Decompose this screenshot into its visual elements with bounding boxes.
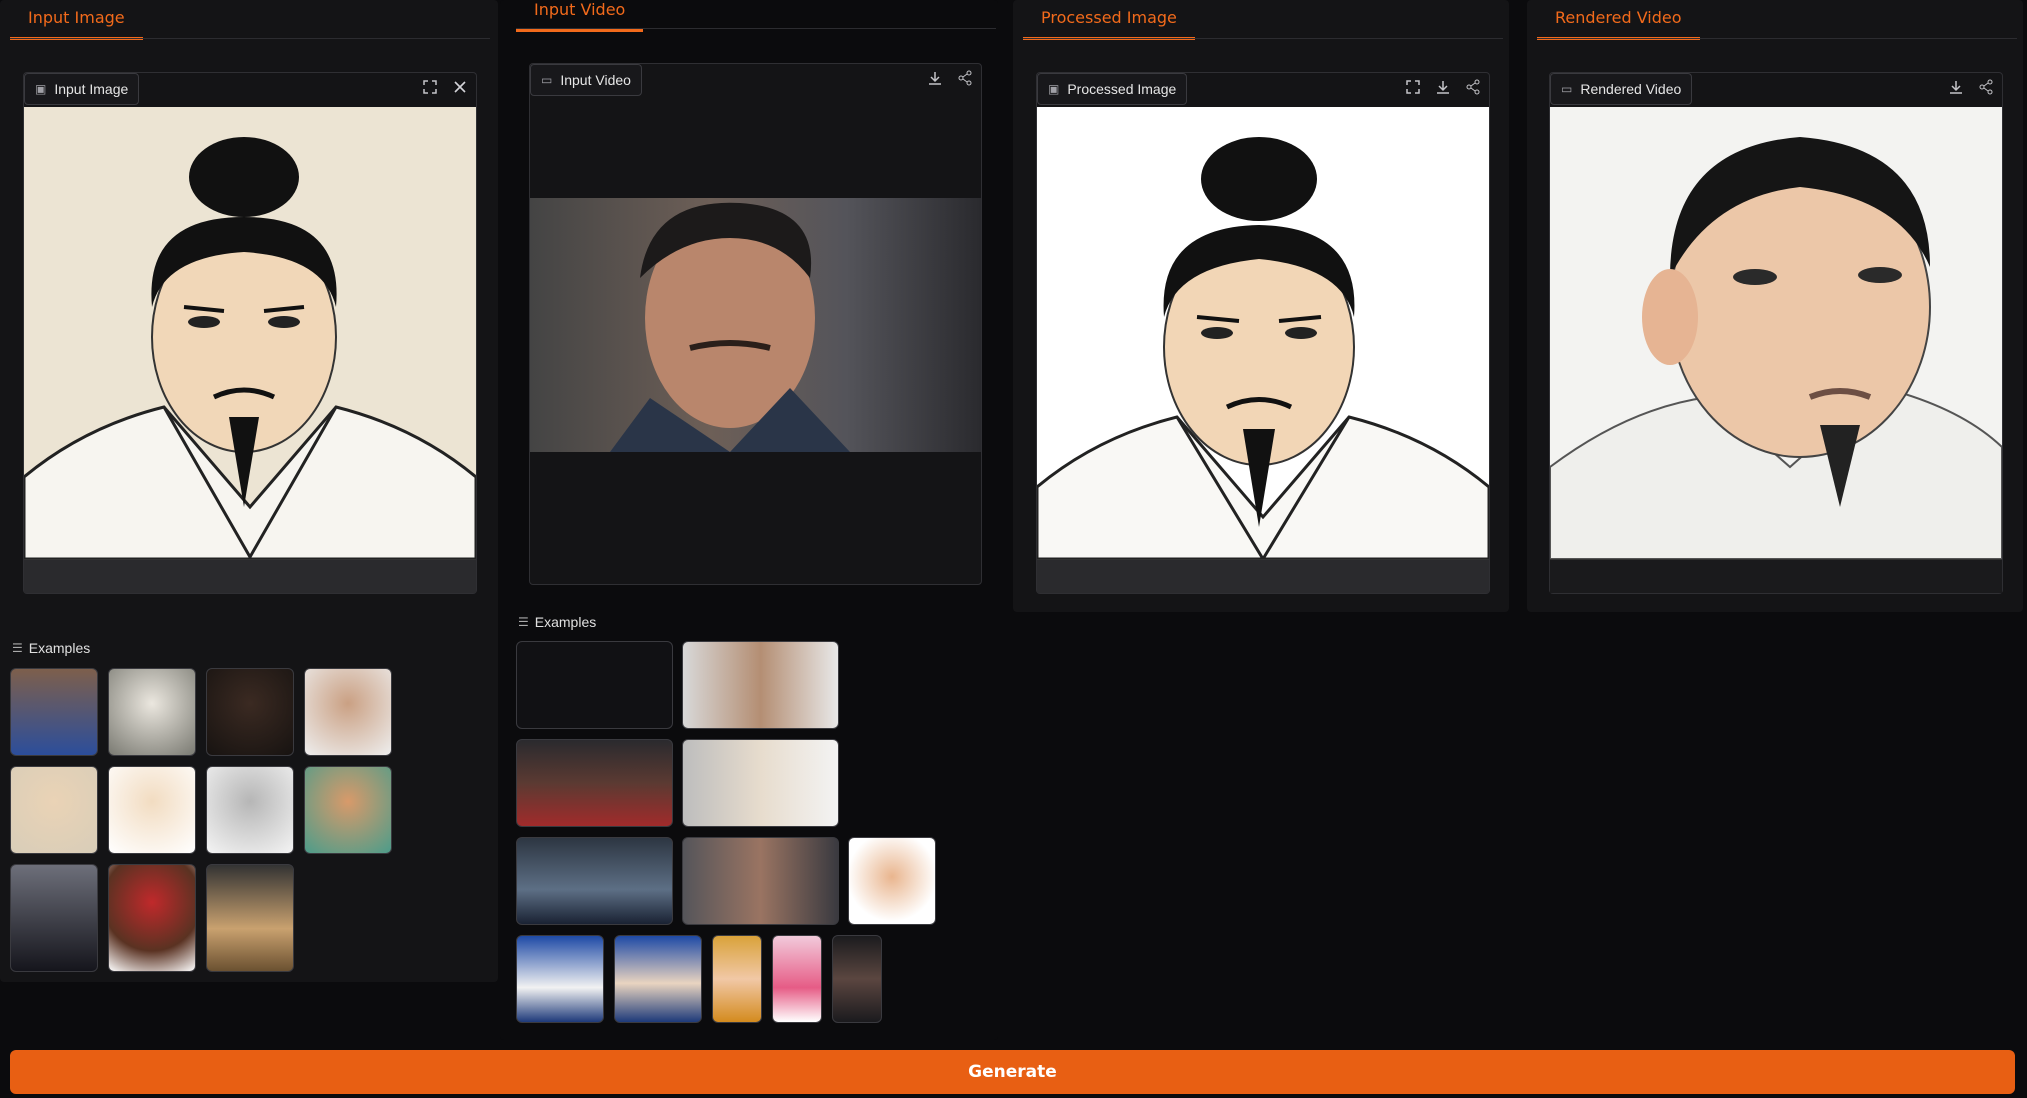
example-video-3[interactable] (516, 739, 673, 827)
example-image-9[interactable] (10, 864, 98, 972)
example-video-10[interactable] (712, 935, 762, 1023)
example-image-8[interactable] (304, 766, 392, 854)
input-video-panel-label-text: Input Video (560, 72, 631, 88)
example-video-9[interactable] (614, 935, 702, 1023)
generate-button[interactable]: Generate (10, 1050, 2015, 1094)
download-icon[interactable] (1948, 79, 1966, 97)
example-image-10[interactable] (108, 864, 196, 972)
video-icon: ▭ (1561, 82, 1573, 96)
image-examples-header: ☰ Examples (12, 640, 90, 656)
fullscreen-icon[interactable] (1405, 79, 1423, 97)
processed-image-preview (1037, 107, 1489, 559)
input-image-column: Input Image ▣ Input Image ☰ Examples (0, 0, 498, 982)
example-video-12[interactable] (832, 935, 882, 1023)
processed-image-panel-label-text: Processed Image (1067, 81, 1177, 97)
rendered-video-column: Rendered Video ▭ Rendered Video (1527, 0, 2023, 612)
example-video-6[interactable] (682, 837, 839, 925)
example-image-4[interactable] (304, 668, 392, 756)
example-video-8[interactable] (516, 935, 604, 1023)
example-image-5[interactable] (10, 766, 98, 854)
example-video-4[interactable] (682, 739, 839, 827)
download-icon[interactable] (927, 70, 945, 88)
example-video-5[interactable] (516, 837, 673, 925)
video-examples-header: ☰ Examples (518, 614, 596, 630)
tab-processed-image[interactable]: Processed Image (1023, 8, 1195, 40)
download-icon[interactable] (1435, 79, 1453, 97)
example-video-2[interactable] (682, 641, 839, 729)
share-icon[interactable] (1465, 79, 1483, 97)
input-image-panel[interactable]: ▣ Input Image (23, 72, 477, 594)
processed-image-footer (1037, 559, 1489, 593)
example-image-11[interactable] (206, 864, 294, 972)
input-image-footer (24, 559, 476, 593)
fullscreen-icon[interactable] (422, 79, 440, 97)
processed-image-column: Processed Image ▣ Processed Image (1013, 0, 1509, 612)
example-image-7[interactable] (206, 766, 294, 854)
tab-divider (1023, 38, 1503, 39)
tab-divider (10, 38, 490, 39)
input-video-preview (530, 198, 981, 452)
list-icon: ☰ (12, 641, 23, 655)
close-icon[interactable] (452, 79, 470, 97)
tab-divider (1537, 38, 2017, 39)
tab-divider (516, 28, 996, 29)
example-image-3[interactable] (206, 668, 294, 756)
rendered-video-panel[interactable]: ▭ Rendered Video (1549, 72, 2003, 594)
image-icon: ▣ (1048, 82, 1060, 96)
share-icon[interactable] (957, 70, 975, 88)
share-icon[interactable] (1978, 79, 1996, 97)
processed-image-panel[interactable]: ▣ Processed Image (1036, 72, 1490, 594)
processed-image-panel-label: ▣ Processed Image (1037, 73, 1188, 105)
example-video-1[interactable] (516, 641, 673, 729)
image-examples-label: Examples (28, 640, 91, 656)
input-video-column: Input Video ▭ Input Video ☰ Examples (500, 0, 998, 1040)
video-examples-label: Examples (534, 614, 597, 630)
tab-input-image[interactable]: Input Image (10, 8, 143, 40)
example-image-6[interactable] (108, 766, 196, 854)
tab-rendered-video[interactable]: Rendered Video (1537, 8, 1700, 40)
input-video-panel[interactable]: ▭ Input Video (529, 63, 982, 585)
input-video-panel-label: ▭ Input Video (530, 64, 642, 96)
image-icon: ▣ (35, 82, 47, 96)
example-video-7[interactable] (848, 837, 936, 925)
example-image-1[interactable] (10, 668, 98, 756)
video-icon: ▭ (541, 73, 553, 87)
input-image-panel-label: ▣ Input Image (24, 73, 140, 105)
rendered-video-panel-label-text: Rendered Video (1580, 81, 1682, 97)
rendered-video-footer (1550, 559, 2002, 593)
list-icon: ☰ (518, 615, 529, 629)
rendered-video-panel-label: ▭ Rendered Video (1550, 73, 1693, 105)
input-image-preview (24, 107, 476, 559)
example-video-11[interactable] (772, 935, 822, 1023)
rendered-video-preview (1550, 107, 2002, 559)
example-image-2[interactable] (108, 668, 196, 756)
input-image-panel-label-text: Input Image (54, 81, 129, 97)
